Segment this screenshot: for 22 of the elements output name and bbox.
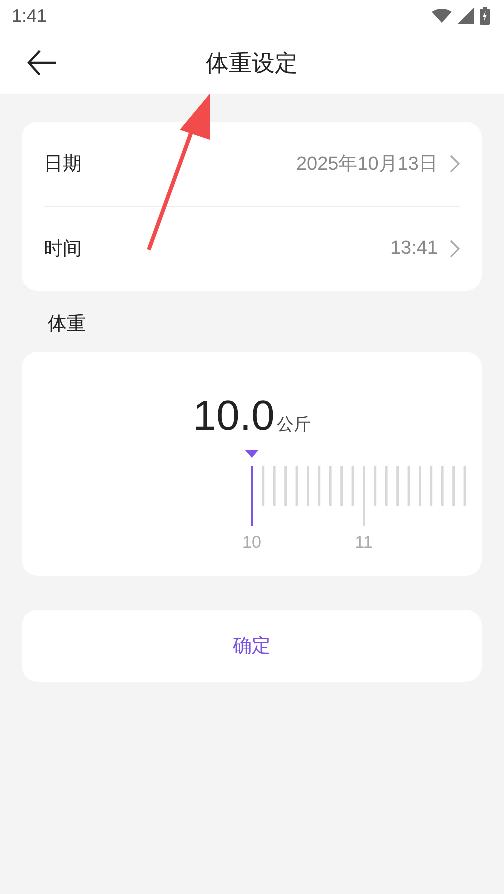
setting-value: 13:41 xyxy=(390,238,438,260)
setting-label: 时间 xyxy=(44,237,82,262)
battery-icon xyxy=(480,7,490,25)
weight-value: 10.0 xyxy=(193,392,275,440)
back-button[interactable] xyxy=(26,49,58,77)
ruler-label: 11 xyxy=(355,533,373,552)
section-label: 体重 xyxy=(47,312,86,337)
setting-row[interactable]: 时间 13:41 xyxy=(44,207,460,291)
signal-icon xyxy=(458,8,474,24)
setting-value: 2025年10月13日 xyxy=(296,153,438,177)
setting-row[interactable]: 日期 2025年10月13日 xyxy=(44,122,460,206)
chevron-icon xyxy=(450,155,460,173)
weight-unit: 公斤 xyxy=(276,414,311,436)
pointer-icon xyxy=(245,450,259,458)
selected-tick xyxy=(251,466,254,526)
confirm-button[interactable]: 确定 xyxy=(22,610,482,682)
wifi-icon xyxy=(432,9,452,23)
chevron-icon xyxy=(450,240,460,258)
ruler-label: 10 xyxy=(243,533,262,552)
page-title: 体重设定 xyxy=(206,50,298,78)
setting-label: 日期 xyxy=(44,152,82,177)
status-time: 1:41 xyxy=(12,6,48,26)
